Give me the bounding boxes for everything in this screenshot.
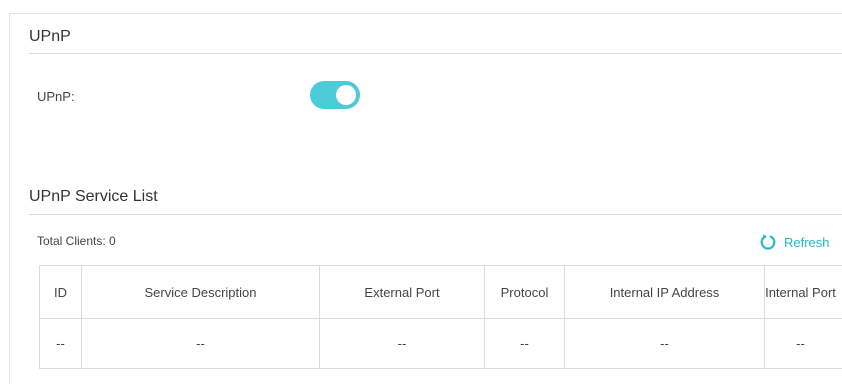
column-header-internal-port: Internal Port [765,266,842,319]
upnp-toggle[interactable] [310,81,360,109]
cell-external-port: -- [320,319,485,369]
refresh-button[interactable]: Refresh [759,232,830,252]
service-list-title: UPnP Service List [29,188,158,206]
cell-protocol: -- [485,319,565,369]
upnp-service-table: ID Service Description External Port Pro… [39,265,842,369]
column-header-external-port: External Port [320,266,485,319]
cell-internal-ip-address: -- [565,319,765,369]
upnp-section-divider [29,53,842,54]
column-header-internal-ip-address: Internal IP Address [565,266,765,319]
toggle-knob [336,85,356,105]
column-header-protocol: Protocol [485,266,565,319]
cell-id: -- [40,319,82,369]
cell-internal-port: -- [765,319,842,369]
table-header-row: ID Service Description External Port Pro… [40,266,842,319]
total-clients: Total Clients: 0 [37,234,116,248]
refresh-icon [759,233,777,251]
upnp-section-title: UPnP [29,28,71,46]
service-list-divider [29,214,842,215]
upnp-field-label: UPnP: [37,89,75,104]
column-header-id: ID [40,266,82,319]
cell-service-description: -- [82,319,320,369]
column-header-service-description: Service Description [82,266,320,319]
table-row: -- -- -- -- -- -- [40,319,842,369]
refresh-label: Refresh [784,235,830,250]
